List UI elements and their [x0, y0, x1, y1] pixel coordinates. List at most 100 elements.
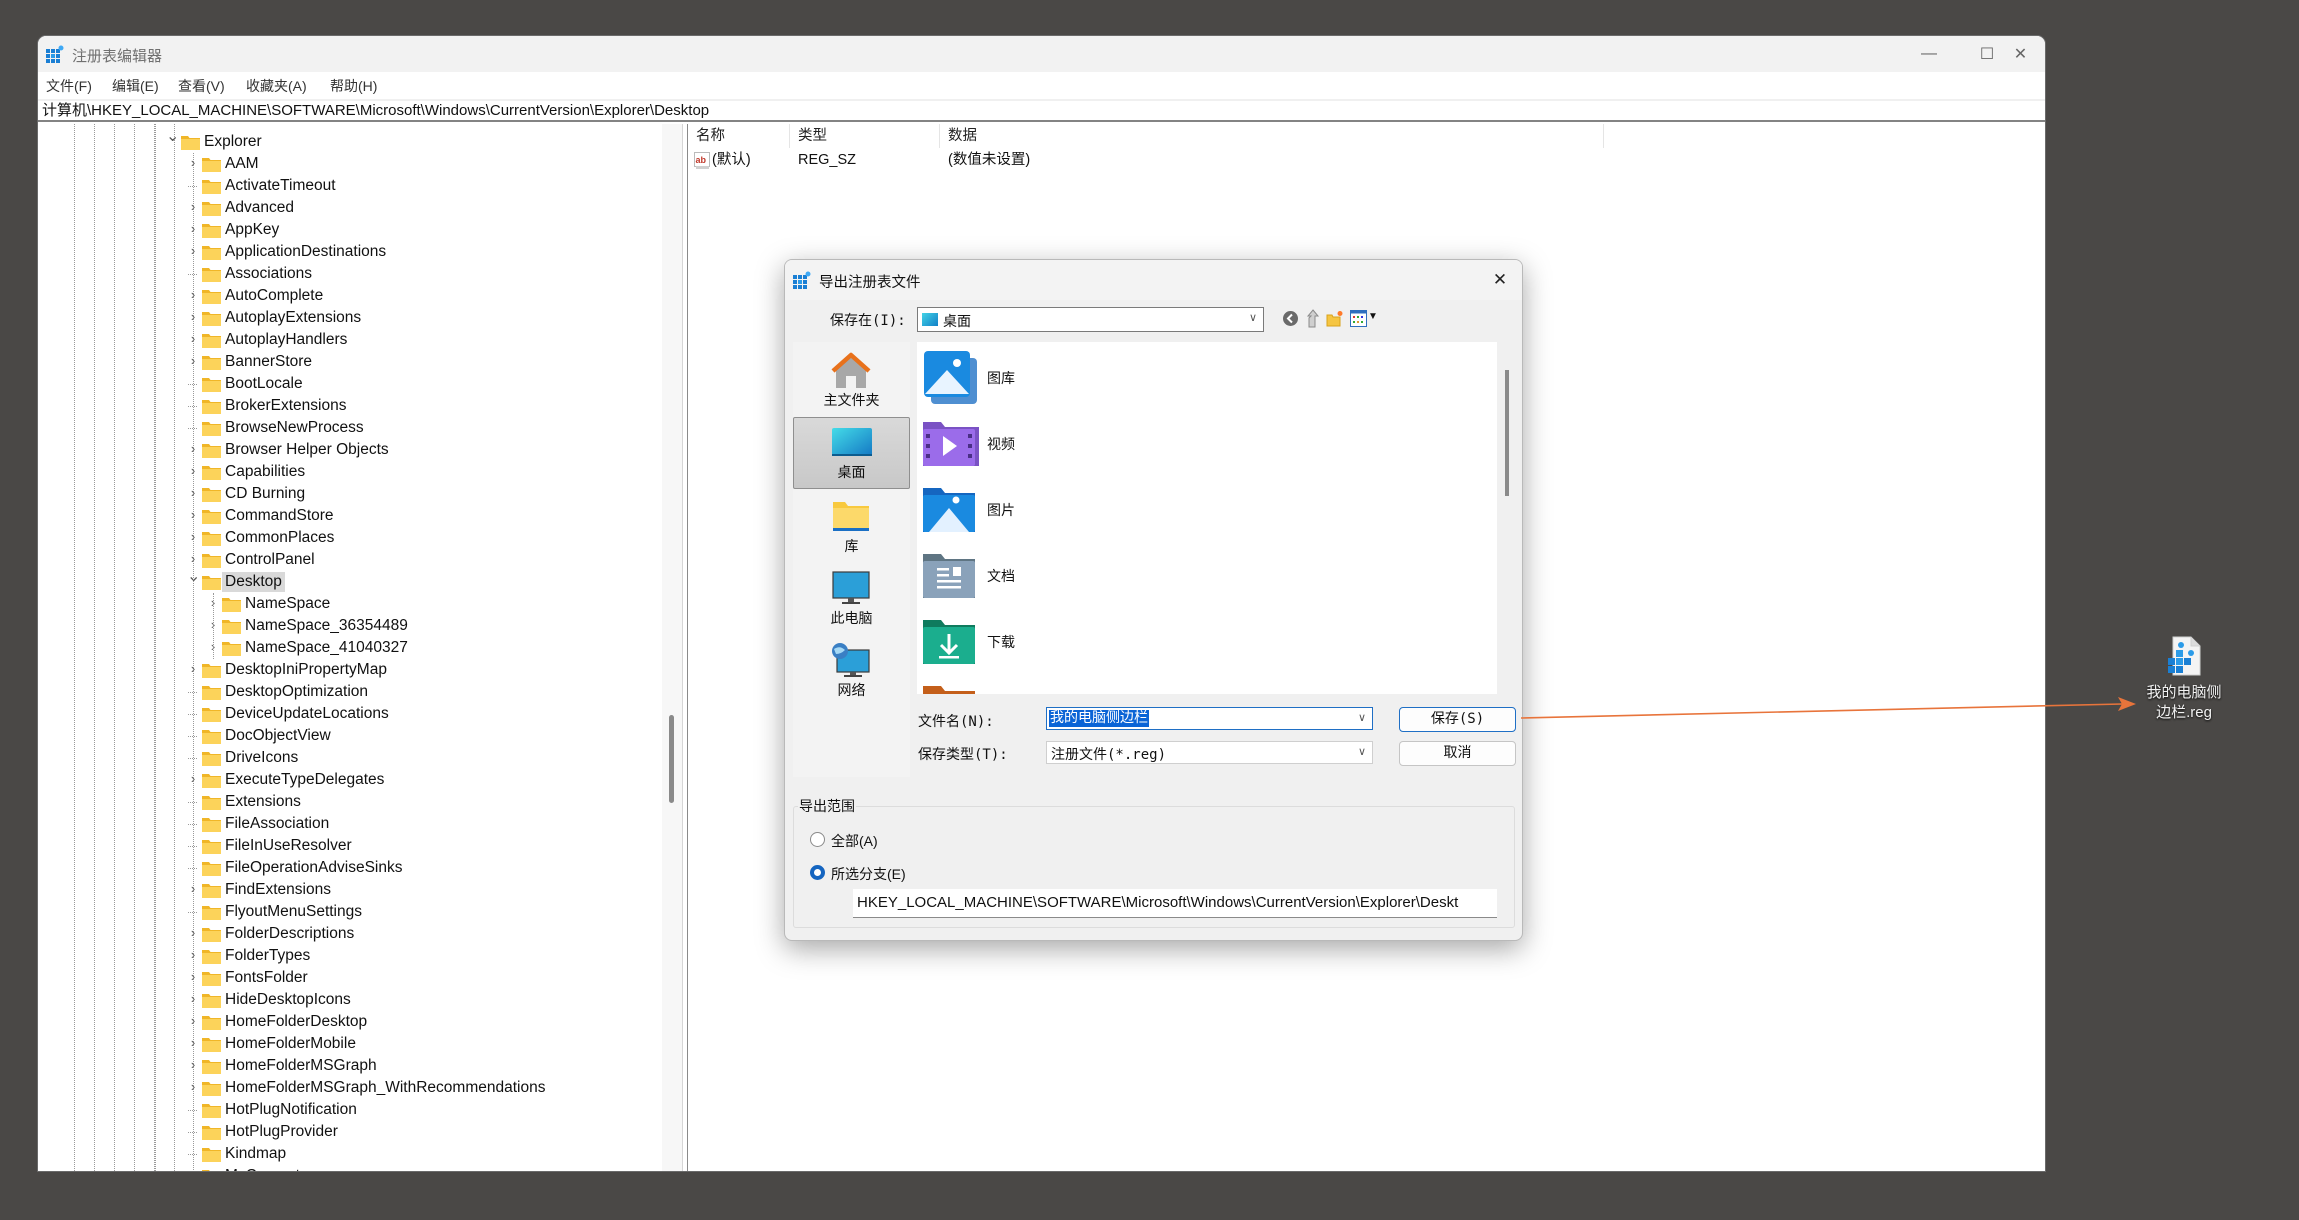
tree-item-label: Associations: [225, 265, 313, 282]
filename-input[interactable]: 我的电脑侧边栏 ∨: [1046, 707, 1373, 730]
tree-item[interactable]: › CD Burning: [38, 483, 658, 505]
menu-edit[interactable]: 编辑(E): [112, 76, 159, 96]
save-in-combo[interactable]: 桌面 ∨: [917, 307, 1264, 332]
tree-item[interactable]: DriveIcons: [38, 747, 658, 769]
tree-item[interactable]: › AppKey: [38, 219, 658, 241]
chevron-down-icon[interactable]: ∨: [1358, 711, 1366, 724]
close-button[interactable]: ✕: [1996, 36, 2045, 72]
dialog-close-button[interactable]: ✕: [1478, 260, 1522, 300]
minimize-button[interactable]: —: [1900, 36, 1958, 72]
new-folder-icon[interactable]: [1326, 310, 1344, 327]
radio-selected-branch-label[interactable]: 所选分支(E): [831, 864, 906, 884]
dialog-title-bar[interactable]: 导出注册表文件 ✕: [785, 260, 1522, 300]
radio-all-label[interactable]: 全部(A): [831, 831, 878, 851]
tree-item[interactable]: Extensions: [38, 791, 658, 813]
tree-item[interactable]: BootLocale: [38, 373, 658, 395]
tree-guide-line: [213, 593, 214, 659]
address-bar[interactable]: 计算机\HKEY_LOCAL_MACHINE\SOFTWARE\Microsof…: [38, 99, 2045, 122]
scrollbar-thumb[interactable]: [1505, 370, 1509, 496]
place-home[interactable]: 主文件夹: [793, 346, 910, 418]
view-icon: [1350, 310, 1367, 327]
tree-scrollbar[interactable]: [662, 124, 682, 1171]
tree-item[interactable]: › Capabilities: [38, 461, 658, 483]
tree-item[interactable]: FileAssociation: [38, 813, 658, 835]
tree-item[interactable]: › AutoplayHandlers: [38, 329, 658, 351]
chevron-down-icon[interactable]: ⌄: [166, 129, 179, 145]
tree-item-label: ApplicationDestinations: [225, 243, 387, 260]
folder-icon: [202, 773, 221, 788]
folder-icon: [202, 1103, 221, 1118]
tree-item[interactable]: › AAM: [38, 153, 658, 175]
menu-view[interactable]: 查看(V): [178, 76, 225, 96]
tree-item[interactable]: › NameSpace_41040327: [38, 637, 658, 659]
tree-item[interactable]: ⌄ Explorer: [38, 129, 658, 153]
tree-item[interactable]: › HideDesktopIcons: [38, 989, 658, 1011]
menu-file[interactable]: 文件(F): [46, 76, 92, 96]
cancel-button[interactable]: 取消: [1399, 741, 1516, 766]
tree-item[interactable]: BrokerExtensions: [38, 395, 658, 417]
tree-item[interactable]: › FindExtensions: [38, 879, 658, 901]
filetype-select[interactable]: 注册文件(*.reg) ∨: [1046, 741, 1373, 764]
up-folder-icon[interactable]: [1306, 309, 1320, 328]
tree-item-label: FolderDescriptions: [225, 925, 355, 942]
tree-item[interactable]: › FolderDescriptions: [38, 923, 658, 945]
tree-item[interactable]: › FontsFolder: [38, 967, 658, 989]
tree-item[interactable]: HotPlugNotification: [38, 1099, 658, 1121]
radio-selected-branch[interactable]: [810, 865, 825, 880]
tree-item[interactable]: › CommonPlaces: [38, 527, 658, 549]
tree-item[interactable]: FileInUseResolver: [38, 835, 658, 857]
tree-item[interactable]: › CommandStore: [38, 505, 658, 527]
tree-item-label: HotPlugProvider: [225, 1123, 338, 1140]
tree-item[interactable]: BrowseNewProcess: [38, 417, 658, 439]
tree-item[interactable]: FileOperationAdviseSinks: [38, 857, 658, 879]
branch-path-input[interactable]: HKEY_LOCAL_MACHINE\SOFTWARE\Microsoft\Wi…: [853, 889, 1497, 918]
view-menu-button[interactable]: ▼: [1350, 310, 1380, 327]
column-header-type[interactable]: 类型: [790, 124, 940, 148]
radio-all[interactable]: [810, 832, 825, 847]
desktop-reg-file[interactable]: 我的电脑侧 边栏.reg: [2130, 636, 2238, 726]
tree-item[interactable]: › BannerStore: [38, 351, 658, 373]
menu-help[interactable]: 帮助(H): [330, 76, 377, 96]
tree-item[interactable]: › Browser Helper Objects: [38, 439, 658, 461]
save-button[interactable]: 保存(S): [1399, 707, 1516, 732]
tree-item[interactable]: ›MyComputer: [38, 1165, 658, 1171]
back-icon[interactable]: [1282, 310, 1299, 327]
column-header-name[interactable]: 名称: [688, 124, 790, 148]
column-header-data[interactable]: 数据: [940, 124, 1604, 148]
tree-item[interactable]: Associations: [38, 263, 658, 285]
tree-item[interactable]: › ExecuteTypeDelegates: [38, 769, 658, 791]
filetype-label: 保存类型(T):: [918, 747, 1008, 763]
place-this-pc[interactable]: 此电脑: [793, 564, 910, 636]
tree-item[interactable]: › FolderTypes: [38, 945, 658, 967]
tree-item[interactable]: › Advanced: [38, 197, 658, 219]
tree-item[interactable]: › AutoComplete: [38, 285, 658, 307]
tree-item-label: AutoplayExtensions: [225, 309, 362, 326]
tree-item[interactable]: DocObjectView: [38, 725, 658, 747]
tree-item[interactable]: ActivateTimeout: [38, 175, 658, 197]
file-list-scrollbar[interactable]: [1501, 342, 1515, 694]
tree-item[interactable]: › DesktopIniPropertyMap: [38, 659, 658, 681]
menu-favorites[interactable]: 收藏夹(A): [246, 76, 307, 96]
tree-item[interactable]: › NameSpace: [38, 593, 658, 615]
tree-item[interactable]: Kindmap: [38, 1143, 658, 1165]
tree-item[interactable]: › ControlPanel: [38, 549, 658, 571]
tree-item[interactable]: › ApplicationDestinations: [38, 241, 658, 263]
place-desktop[interactable]: 桌面: [793, 417, 910, 489]
tree-item[interactable]: HotPlugProvider: [38, 1121, 658, 1143]
tree-item[interactable]: › HomeFolderMSGraph_WithRecommendations: [38, 1077, 658, 1099]
place-library[interactable]: 库: [793, 492, 910, 564]
place-network[interactable]: 网络: [793, 636, 910, 708]
title-bar[interactable]: 注册表编辑器 — ☐ ✕: [38, 36, 2045, 72]
tree-item[interactable]: › HomeFolderMSGraph: [38, 1055, 658, 1077]
folder-icon: [202, 531, 221, 546]
tree-item[interactable]: DesktopOptimization: [38, 681, 658, 703]
tree-item[interactable]: › HomeFolderMobile: [38, 1033, 658, 1055]
tree-item[interactable]: FlyoutMenuSettings: [38, 901, 658, 923]
tree-item[interactable]: › NameSpace_36354489: [38, 615, 658, 637]
tree-item[interactable]: ⌄ Desktop: [38, 569, 658, 593]
scrollbar-thumb[interactable]: [669, 715, 674, 803]
tree-item-label: AAM: [225, 155, 259, 172]
tree-item[interactable]: › HomeFolderDesktop: [38, 1011, 658, 1033]
tree-item[interactable]: DeviceUpdateLocations: [38, 703, 658, 725]
tree-item[interactable]: › AutoplayExtensions: [38, 307, 658, 329]
